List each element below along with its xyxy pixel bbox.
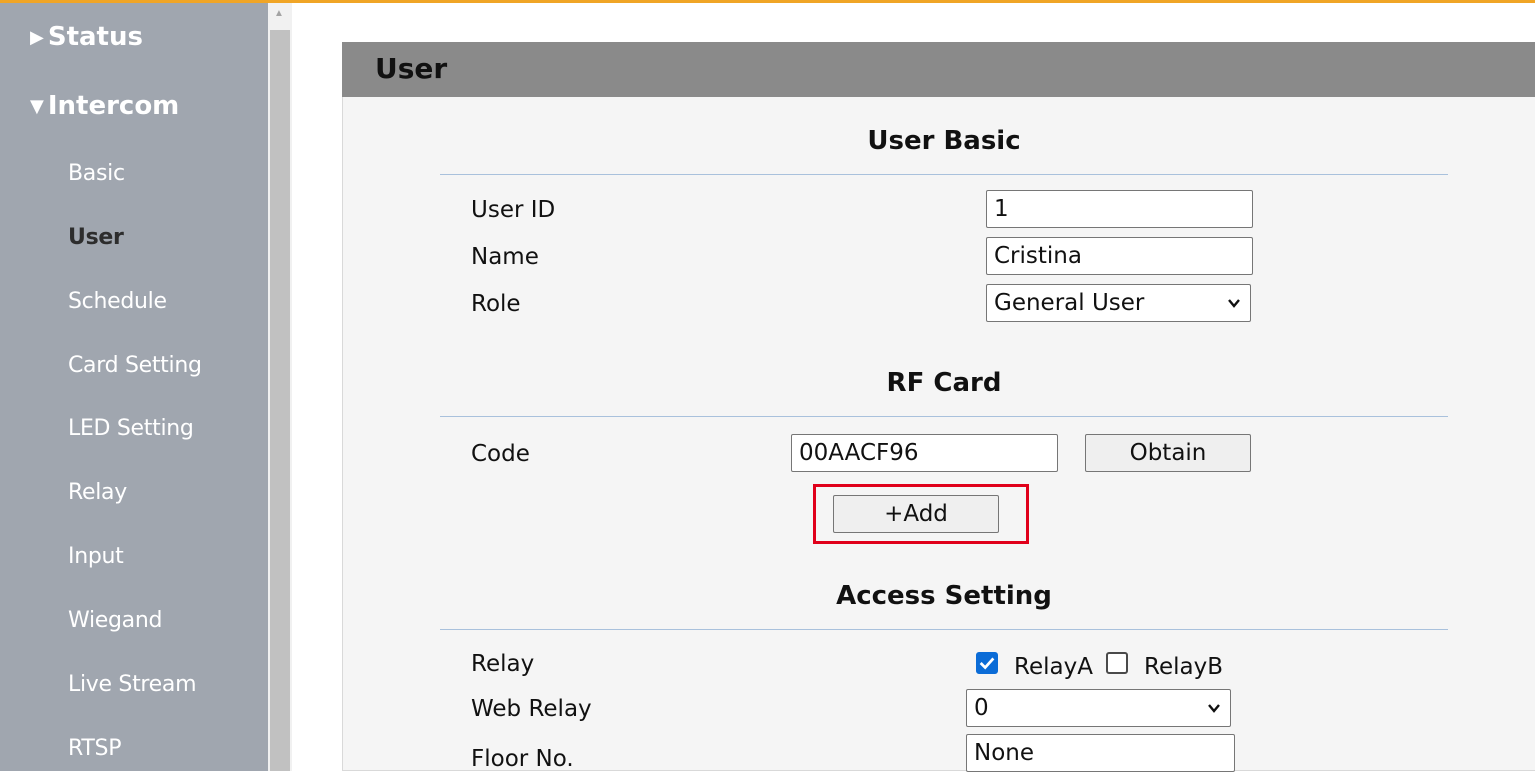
role-select[interactable]: General User — [986, 284, 1251, 322]
sidebar-item-user[interactable]: User — [68, 225, 124, 250]
triangle-down-icon: ▼ — [30, 95, 44, 117]
name-label: Name — [471, 244, 539, 270]
role-select-value: General User — [994, 290, 1145, 316]
sidebar-item-wiegand[interactable]: Wiegand — [68, 608, 162, 633]
code-field[interactable]: 00AACF96 — [791, 434, 1058, 472]
floor-no-label: Floor No. — [471, 746, 574, 772]
section-divider — [440, 629, 1448, 630]
section-title-user-basic: User Basic — [867, 126, 1021, 156]
sidebar-item-card-setting[interactable]: Card Setting — [68, 353, 202, 378]
sidebar-section-intercom[interactable]: ▼ Intercom — [30, 91, 179, 121]
sidebar-item-rtsp[interactable]: RTSP — [68, 736, 121, 761]
name-field[interactable]: Cristina — [986, 237, 1253, 275]
sidebar-item-live-stream[interactable]: Live Stream — [68, 672, 197, 697]
user-id-field[interactable]: 1 — [986, 190, 1253, 228]
code-label: Code — [471, 441, 530, 467]
triangle-right-icon: ▶ — [30, 26, 44, 48]
floor-no-field[interactable]: None — [966, 734, 1235, 772]
sidebar-item-relay[interactable]: Relay — [68, 480, 127, 505]
sidebar-item-led-setting[interactable]: LED Setting — [68, 416, 194, 441]
panel-header — [342, 42, 1535, 97]
highlight-box — [813, 484, 1029, 544]
chevron-down-icon — [1228, 299, 1240, 308]
section-title-access-setting: Access Setting — [836, 581, 1052, 611]
web-relay-select[interactable]: 0 — [966, 689, 1231, 727]
scrollbar-thumb[interactable] — [270, 30, 290, 771]
sidebar-section-status[interactable]: ▶ Status — [30, 22, 143, 52]
relay-a-checkbox[interactable] — [976, 652, 998, 674]
sidebar-item-basic[interactable]: Basic — [68, 161, 125, 186]
sidebar-item-input[interactable]: Input — [68, 544, 124, 569]
web-relay-label: Web Relay — [471, 696, 592, 722]
user-id-label: User ID — [471, 197, 556, 223]
sidebar-item-schedule[interactable]: Schedule — [68, 289, 167, 314]
role-label: Role — [471, 291, 521, 317]
section-divider — [440, 416, 1448, 417]
scroll-up-arrow-icon[interactable]: ▲ — [274, 8, 284, 19]
section-title-rf-card: RF Card — [886, 368, 1002, 398]
section-divider — [440, 174, 1448, 175]
web-relay-select-value: 0 — [974, 695, 989, 721]
relay-b-checkbox[interactable] — [1106, 652, 1128, 674]
sidebar-section-label: Status — [47, 22, 143, 52]
sidebar-section-label: Intercom — [47, 91, 180, 121]
chevron-down-icon — [1208, 704, 1220, 713]
page-title: User — [375, 52, 448, 85]
relay-label: Relay — [471, 651, 535, 677]
obtain-button[interactable]: Obtain — [1085, 434, 1251, 472]
checkmark-icon — [979, 657, 995, 670]
relay-a-label: RelayA — [1014, 654, 1093, 680]
relay-b-label: RelayB — [1144, 654, 1223, 680]
